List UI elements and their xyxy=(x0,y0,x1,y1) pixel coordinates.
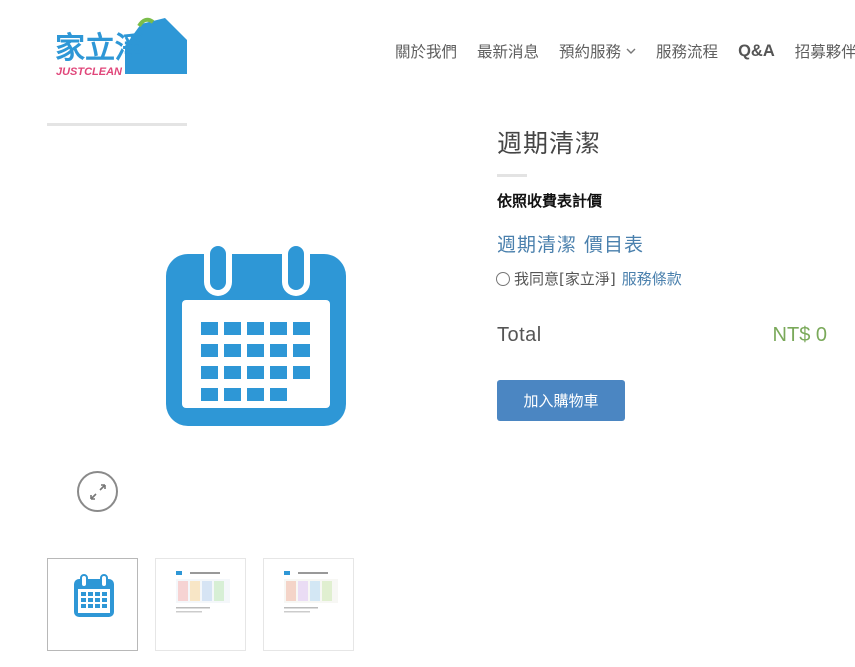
nav-item-about[interactable]: 關於我們 xyxy=(395,40,457,62)
expand-icon xyxy=(89,483,106,500)
nav-item-booking[interactable]: 預約服務 xyxy=(559,40,636,62)
thumbnail-calendar[interactable] xyxy=(47,558,138,651)
nav-item-process[interactable]: 服務流程 xyxy=(656,40,718,62)
zoom-button[interactable] xyxy=(77,471,118,512)
logo-subtext: JUSTCLEAN xyxy=(56,66,123,78)
add-to-cart-button[interactable]: 加入購物車 xyxy=(497,380,625,421)
main-nav: 關於我們 最新消息 預約服務 服務流程 Q&A 招募夥伴 xyxy=(395,40,855,62)
total-value: NT$ 0 xyxy=(772,324,827,346)
agree-radio[interactable] xyxy=(496,271,510,286)
nav-item-news[interactable]: 最新消息 xyxy=(477,40,539,62)
gallery-divider xyxy=(47,123,187,126)
nav-item-booking-label: 預約服務 xyxy=(559,43,622,61)
agree-text: 我同意[家立淨] xyxy=(514,270,616,288)
nav-item-qa[interactable]: Q&A xyxy=(738,42,775,61)
calendar-icon xyxy=(166,240,346,426)
title-divider xyxy=(497,174,527,177)
product-image[interactable] xyxy=(160,236,354,434)
terms-link[interactable]: 服務條款 xyxy=(622,268,682,289)
price-table-image xyxy=(284,571,338,613)
calendar-icon xyxy=(74,574,114,617)
chevron-down-icon xyxy=(626,48,636,54)
total-label: Total xyxy=(497,324,542,346)
logo-text: 家立淨 xyxy=(55,31,145,66)
thumbnail-price-table-1[interactable] xyxy=(155,558,246,651)
site-logo[interactable]: 家立淨 JUSTCLEAN xyxy=(53,16,193,82)
nav-item-recruit[interactable]: 招募夥伴 xyxy=(795,40,855,62)
terms-agreement: 我同意[家立淨] 服務條款 xyxy=(496,268,682,289)
price-table-image xyxy=(176,571,230,613)
price-note: 依照收費表計價 xyxy=(497,192,603,210)
thumbnail-price-table-2[interactable] xyxy=(263,558,354,651)
price-table-link[interactable]: 週期清潔 價目表 xyxy=(497,230,644,257)
product-title: 週期清潔 xyxy=(497,129,602,158)
